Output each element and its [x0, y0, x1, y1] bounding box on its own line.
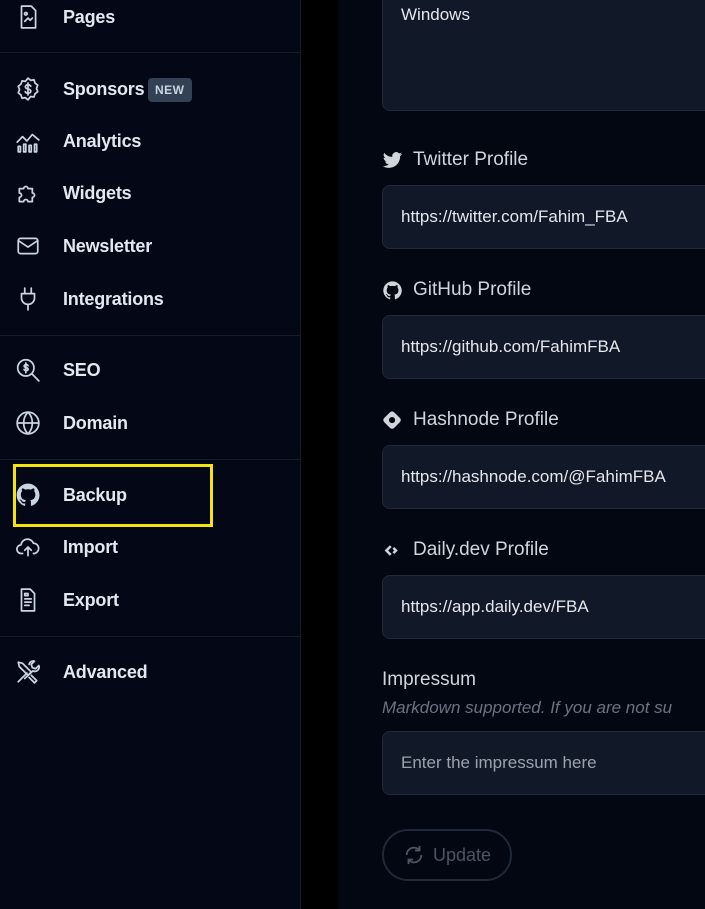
puzzle-icon: [14, 179, 42, 207]
refresh-icon: [405, 845, 423, 865]
sidebar-item-label: Domain: [63, 412, 128, 433]
twitter-label-text: Twitter Profile: [413, 149, 529, 170]
dailydev-icon: [384, 544, 398, 556]
hashnode-label: Hashnode Profile: [382, 409, 559, 431]
hashnode-label-text: Hashnode Profile: [413, 409, 559, 430]
sidebar: Pages Sponsors NEW Analytics Widgets New…: [0, 0, 301, 909]
twitter-label: Twitter Profile: [382, 149, 528, 171]
sidebar-item-widgets[interactable]: Widgets: [0, 170, 300, 216]
sidebar-item-advanced[interactable]: Advanced: [0, 649, 300, 695]
sidebar-item-integrations[interactable]: Integrations: [0, 276, 300, 322]
update-button[interactable]: Update: [382, 829, 512, 881]
sidebar-item-domain[interactable]: Domain: [0, 400, 300, 446]
impressum-input[interactable]: Enter the impressum here: [382, 731, 705, 795]
github-input[interactable]: https://github.com/FahimFBA: [382, 315, 705, 379]
sidebar-item-label: Backup: [63, 484, 127, 505]
file-export-icon: [14, 586, 42, 614]
sidebar-item-export[interactable]: Export: [0, 577, 300, 623]
gutter: [301, 0, 338, 909]
hashnode-input-value: https://hashnode.com/@FahimFBA: [401, 467, 666, 486]
github-input-value: https://github.com/FahimFBA: [401, 337, 621, 356]
dollar-badge-icon: [14, 75, 42, 103]
impressum-label: Impressum: [382, 669, 476, 690]
analytics-icon: [14, 127, 42, 155]
twitter-icon: [382, 151, 403, 168]
dailydev-label-text: Daily.dev Profile: [413, 539, 549, 560]
sidebar-item-label: Analytics: [63, 130, 142, 151]
dailydev-input-value: https://app.daily.dev/FBA: [401, 597, 589, 616]
dailydev-input[interactable]: https://app.daily.dev/FBA: [382, 575, 705, 639]
sidebar-item-sponsors[interactable]: Sponsors NEW: [0, 66, 300, 112]
sidebar-divider: [0, 459, 300, 460]
sidebar-item-label: Widgets: [63, 182, 132, 203]
settings-form: Windows Twitter Profile https://twitter.…: [338, 0, 705, 909]
sidebar-item-label: Newsletter: [63, 235, 153, 256]
sidebar-item-label: Import: [63, 536, 118, 557]
github-icon: [14, 481, 42, 509]
update-label: Update: [432, 844, 492, 865]
textarea-field[interactable]: Windows: [382, 0, 705, 111]
mail-icon: [14, 232, 42, 260]
sidebar-item-newsletter[interactable]: Newsletter: [0, 223, 300, 269]
sidebar-divider: [0, 636, 300, 637]
globe-icon: [14, 409, 42, 437]
sidebar-item-label: SEO: [63, 359, 101, 380]
sidebar-item-backup[interactable]: Backup: [0, 472, 300, 518]
impressum-help: Markdown supported. If you are not su: [382, 698, 673, 717]
sidebar-item-label: Integrations: [63, 288, 164, 309]
textarea-value: Windows: [401, 5, 470, 24]
plug-icon: [14, 285, 42, 313]
github-icon: [383, 280, 402, 299]
dailydev-label: Daily.dev Profile: [382, 539, 549, 561]
sidebar-divider: [0, 52, 300, 53]
new-badge: NEW: [148, 78, 192, 102]
github-label: GitHub Profile: [382, 279, 531, 301]
sidebar-item-label: Advanced: [63, 661, 148, 682]
hashnode-input[interactable]: https://hashnode.com/@FahimFBA: [382, 445, 705, 509]
sidebar-item-pages[interactable]: Pages: [0, 0, 300, 40]
tools-icon: [14, 658, 42, 686]
twitter-input-value: https://twitter.com/Fahim_FBA: [401, 207, 628, 226]
sidebar-item-label: Export: [63, 589, 119, 610]
github-label-text: GitHub Profile: [413, 279, 532, 300]
sidebar-item-label: Pages: [63, 6, 116, 27]
sidebar-item-analytics[interactable]: Analytics: [0, 118, 300, 164]
twitter-input[interactable]: https://twitter.com/Fahim_FBA: [382, 185, 705, 249]
impressum-placeholder: Enter the impressum here: [401, 753, 597, 772]
sidebar-divider: [0, 335, 300, 336]
sidebar-item-label: Sponsors: [63, 78, 145, 99]
seo-search-icon: [14, 356, 42, 384]
sidebar-item-seo[interactable]: SEO: [0, 347, 300, 393]
hashnode-icon: [383, 410, 401, 429]
cloud-upload-icon: [14, 533, 42, 561]
pages-icon: [14, 3, 42, 31]
sidebar-item-import[interactable]: Import: [0, 524, 300, 570]
